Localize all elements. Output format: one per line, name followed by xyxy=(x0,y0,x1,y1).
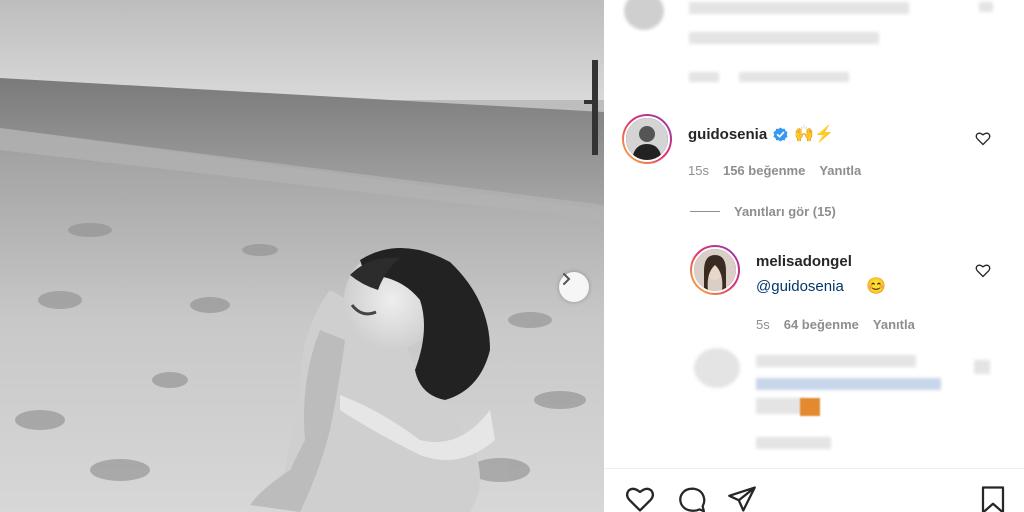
redacted-avatar xyxy=(624,0,664,30)
reply-meta: 5s 64 beğenme Yanıtla xyxy=(756,317,915,332)
redacted-text xyxy=(689,2,909,14)
comments-panel: guidosenia 🙌⚡ 15s 156 beğenme Yanıtla Ya… xyxy=(604,0,1024,512)
redacted-text xyxy=(689,72,719,82)
avatar[interactable] xyxy=(690,245,740,295)
reply-author[interactable]: melisadongel xyxy=(756,253,852,270)
guidosenia-avatar-image xyxy=(626,118,668,160)
paper-plane-icon[interactable] xyxy=(726,485,758,512)
carousel-next-button[interactable] xyxy=(559,272,589,302)
melisadongel-avatar-image xyxy=(694,249,736,291)
redacted-text xyxy=(739,72,849,82)
reply-button[interactable]: Yanıtla xyxy=(873,317,915,332)
post-photo xyxy=(0,0,604,512)
view-replies-label[interactable]: Yanıtları gör (15) xyxy=(734,204,836,219)
redacted-heart xyxy=(974,360,990,374)
reply-button[interactable]: Yanıtla xyxy=(819,163,861,178)
comment-author[interactable]: guidosenia 🙌⚡ xyxy=(688,124,834,144)
divider-line xyxy=(690,211,720,212)
comment-icon[interactable] xyxy=(676,485,708,512)
comment-meta: 15s 156 beğenme Yanıtla xyxy=(688,163,861,178)
comment-time[interactable]: 15s xyxy=(688,163,709,178)
heart-icon[interactable] xyxy=(624,485,656,512)
reply-time[interactable]: 5s xyxy=(756,317,770,332)
redacted-avatar xyxy=(694,348,740,388)
redacted-text xyxy=(756,378,941,390)
redacted-text xyxy=(756,437,831,449)
username-label[interactable]: guidosenia xyxy=(688,126,767,143)
beach-photo-image xyxy=(0,0,604,512)
redacted-text xyxy=(756,398,806,414)
bookmark-icon[interactable] xyxy=(980,485,1006,512)
post-action-bar xyxy=(604,468,1024,512)
redacted-emoji xyxy=(800,398,820,416)
reply-likes[interactable]: 64 beğenme xyxy=(784,317,859,332)
mention-link[interactable]: @guidosenia xyxy=(756,278,844,295)
redacted-text xyxy=(689,32,879,44)
chevron-right-icon xyxy=(563,273,571,285)
comment-emojis: 🙌⚡ xyxy=(794,126,835,143)
reply-emoji: 😊 xyxy=(866,278,886,295)
verified-badge-icon xyxy=(773,126,788,142)
redacted-heart xyxy=(979,2,993,12)
view-replies-button[interactable]: Yanıtları gör (15) xyxy=(690,204,836,219)
heart-icon[interactable] xyxy=(975,263,991,278)
heart-icon[interactable] xyxy=(975,131,991,146)
comment-likes[interactable]: 156 beğenme xyxy=(723,163,805,178)
redacted-text xyxy=(756,355,916,367)
avatar[interactable] xyxy=(622,114,672,164)
